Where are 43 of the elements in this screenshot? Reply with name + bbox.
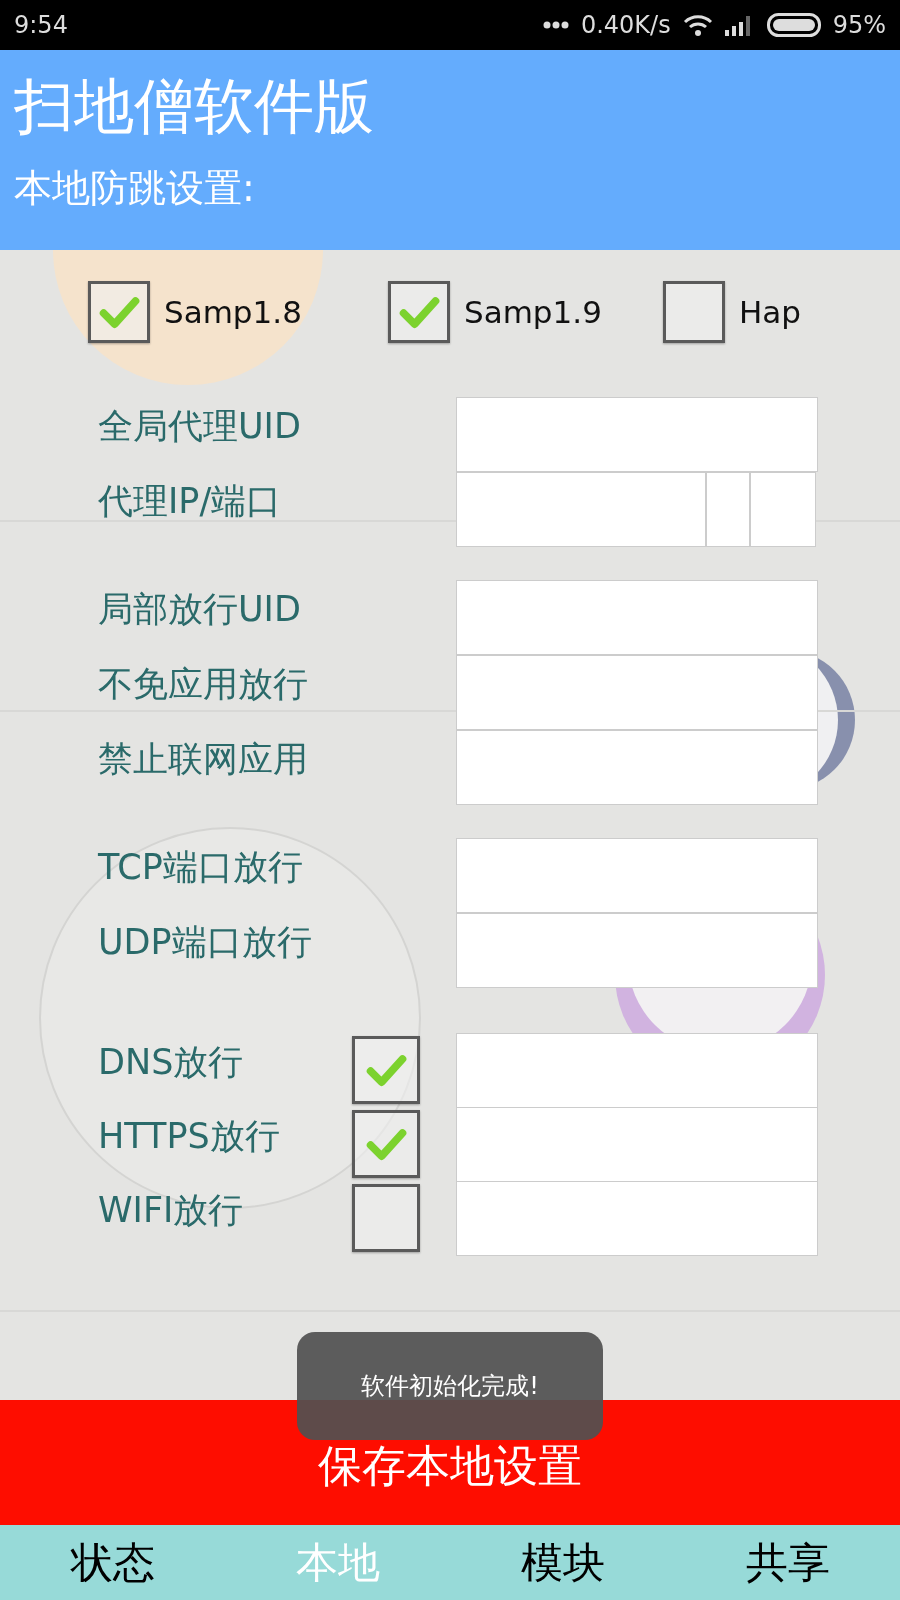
field-label: 禁止联网应用 bbox=[97, 738, 309, 781]
tab[interactable]: 共享 bbox=[675, 1525, 900, 1600]
checkbox[interactable] bbox=[663, 281, 725, 343]
input-field[interactable] bbox=[456, 655, 818, 730]
checkbox-label: Hap bbox=[739, 294, 801, 330]
field-label: TCP端口放行 bbox=[97, 846, 304, 889]
input-field[interactable] bbox=[456, 913, 818, 988]
ip-field[interactable] bbox=[456, 472, 706, 547]
input-field[interactable] bbox=[456, 1181, 818, 1256]
input-field[interactable] bbox=[456, 730, 818, 805]
checkbox[interactable] bbox=[352, 1036, 420, 1104]
checkbox-label: Samp1.8 bbox=[164, 294, 302, 330]
more-icon bbox=[542, 21, 569, 29]
battery-icon bbox=[766, 13, 821, 37]
checkbox[interactable] bbox=[388, 281, 450, 343]
field-label: 不免应用放行 bbox=[97, 663, 309, 706]
wifi-icon bbox=[682, 14, 713, 36]
field-label: WIFI放行 bbox=[97, 1189, 245, 1232]
section-title: 本地防跳设置: bbox=[14, 165, 256, 212]
field-label: DNS放行 bbox=[97, 1041, 245, 1084]
checkbox[interactable] bbox=[88, 281, 150, 343]
input-field[interactable] bbox=[456, 397, 818, 472]
tab[interactable]: 模块 bbox=[450, 1525, 675, 1600]
input-field[interactable] bbox=[456, 838, 818, 913]
battery-level: 95% bbox=[832, 11, 886, 39]
app-title: 扫地僧软件版 bbox=[14, 70, 375, 143]
field-label: HTTPS放行 bbox=[97, 1115, 281, 1158]
clock: 9:54 bbox=[14, 11, 68, 39]
input-field[interactable] bbox=[706, 472, 750, 547]
checkbox-label: Samp1.9 bbox=[464, 294, 602, 330]
checkbox[interactable] bbox=[352, 1184, 420, 1252]
input-field[interactable] bbox=[456, 1033, 818, 1108]
input-field[interactable] bbox=[456, 1107, 818, 1182]
port-field[interactable] bbox=[750, 472, 816, 547]
field-label: 代理IP/端口 bbox=[97, 480, 283, 523]
field-label: 全局代理UID bbox=[97, 405, 302, 448]
toast-message: 软件初始化完成! bbox=[297, 1332, 603, 1440]
input-field[interactable] bbox=[456, 580, 818, 655]
network-speed: 0.40K/s bbox=[580, 11, 671, 39]
tab[interactable]: 状态 bbox=[0, 1525, 225, 1600]
field-label: UDP端口放行 bbox=[97, 921, 313, 964]
checkbox[interactable] bbox=[352, 1110, 420, 1178]
field-label: 局部放行UID bbox=[97, 588, 302, 631]
